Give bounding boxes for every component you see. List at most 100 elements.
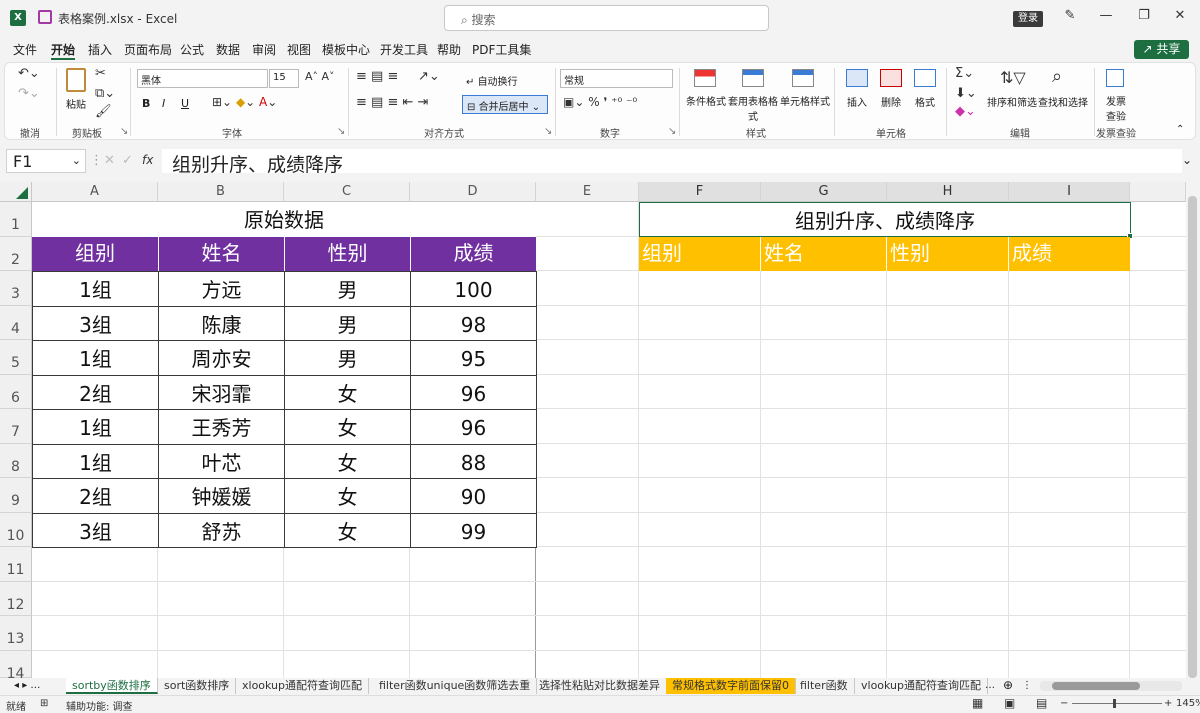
menu-templates[interactable]: 模板中心 <box>322 41 370 58</box>
left-table-cell[interactable]: 2组 <box>32 478 159 514</box>
left-table-cell[interactable]: 钟媛媛 <box>158 478 285 514</box>
column-header[interactable]: I <box>1009 182 1130 202</box>
italic-button[interactable]: I <box>162 97 165 110</box>
delete-cells-button[interactable]: 删除 <box>881 94 901 109</box>
row-header[interactable]: 8 <box>0 444 32 478</box>
row-header[interactable]: 12 <box>0 582 32 616</box>
paste-icon[interactable] <box>66 68 86 92</box>
left-table-cell[interactable]: 男 <box>284 340 411 376</box>
sheet-tab[interactable]: filter函数 <box>794 678 855 694</box>
menu-help[interactable]: 帮助 <box>437 41 461 58</box>
left-table-cell[interactable]: 女 <box>284 375 411 410</box>
right-header-gender[interactable]: 性别 <box>887 237 1009 271</box>
expand-formula-icon[interactable]: ⌄ <box>1182 153 1192 167</box>
left-header-group[interactable]: 组别 <box>32 237 158 271</box>
column-header[interactable]: A <box>32 182 158 202</box>
sheet-tab[interactable]: xlookup通配符查询匹配 <box>236 678 370 694</box>
tab-scroll-icons[interactable]: ◂ ▸ … <box>14 680 40 691</box>
menu-developer[interactable]: 开发工具 <box>380 41 428 58</box>
add-sheet-icon[interactable]: ⊕ <box>1003 678 1013 692</box>
menu-file[interactable]: 文件 <box>13 41 37 58</box>
dialog-launcher-icon[interactable]: ↘ <box>120 126 128 137</box>
more-sheets-icon[interactable]: … <box>985 680 995 691</box>
fill-icon[interactable]: ⬇⌄ <box>955 86 977 101</box>
menu-formulas[interactable]: 公式 <box>180 41 204 58</box>
left-table-cell[interactable]: 98 <box>410 306 537 341</box>
bold-button[interactable]: B <box>142 97 150 110</box>
left-table-cell[interactable]: 叶芯 <box>158 444 285 479</box>
left-table-cell[interactable]: 王秀芳 <box>158 409 285 445</box>
cut-icon[interactable]: ✂ <box>95 66 106 81</box>
format-as-table-button[interactable]: 套用表格格式 <box>728 93 778 123</box>
dialog-launcher-icon[interactable]: ↘ <box>544 126 552 137</box>
zoom-slider-thumb[interactable] <box>1113 699 1116 708</box>
sheet-tab[interactable]: vlookup通配符查询匹配 <box>855 678 989 694</box>
cancel-icon[interactable]: ✕ <box>104 153 115 168</box>
page-layout-view-icon[interactable]: ▣ <box>1004 696 1015 710</box>
row-header[interactable]: 3 <box>0 271 32 306</box>
find-select-button[interactable]: 查找和选择 <box>1038 94 1088 109</box>
left-table-cell[interactable]: 陈康 <box>158 306 285 341</box>
row-header[interactable]: 2 <box>0 237 32 271</box>
invoice-check-button[interactable]: 发票查验 <box>1104 93 1128 123</box>
left-table-cell[interactable]: 1组 <box>32 340 159 376</box>
left-table-cell[interactable]: 女 <box>284 409 411 445</box>
row-header[interactable]: 4 <box>0 306 32 340</box>
left-header-name[interactable]: 姓名 <box>158 237 284 271</box>
row-header[interactable]: 10 <box>0 513 32 547</box>
tab-split-icon[interactable]: ⋮ <box>1022 680 1032 691</box>
left-header-score[interactable]: 成绩 <box>410 237 536 271</box>
number-format-icons[interactable]: ▣⌄ % ❜ ⁺⁰ ⁻⁰ <box>563 95 637 109</box>
column-header[interactable]: G <box>761 182 887 202</box>
zoom-slider[interactable] <box>1072 703 1162 704</box>
vertical-scroll-thumb[interactable] <box>1188 196 1197 678</box>
menu-view[interactable]: 视图 <box>287 41 311 58</box>
format-cells-button[interactable]: 格式 <box>915 94 935 109</box>
row-header[interactable]: 13 <box>0 616 32 651</box>
borders-icon[interactable]: ⊞⌄ ◆⌄ A⌄ <box>212 95 277 109</box>
dialog-launcher-icon[interactable]: ↘ <box>337 126 345 137</box>
row-header[interactable]: 5 <box>0 340 32 375</box>
collapse-ribbon-icon[interactable]: ⌃ <box>1176 124 1184 135</box>
merge-center-button[interactable]: ⊟ 合并后居中 ⌄ <box>462 95 548 114</box>
left-table-cell[interactable]: 3组 <box>32 513 159 548</box>
menu-review[interactable]: 审阅 <box>252 41 276 58</box>
font-size-increase-icon[interactable]: A˄ A˅ <box>305 70 335 83</box>
menu-insert[interactable]: 插入 <box>88 41 112 58</box>
left-table-cell[interactable]: 女 <box>284 444 411 479</box>
left-table-title[interactable]: 原始数据 <box>32 202 536 237</box>
left-table-cell[interactable]: 女 <box>284 478 411 514</box>
menu-pdf-tools[interactable]: PDF工具集 <box>472 41 531 58</box>
row-header[interactable]: 14 <box>0 651 32 682</box>
orientation-icon[interactable]: ↗⌄ <box>418 69 440 84</box>
cell-styles-button[interactable]: 单元格样式 <box>780 93 830 108</box>
left-table-cell[interactable]: 女 <box>284 513 411 548</box>
sort-filter-button[interactable]: 排序和筛选 <box>987 94 1037 109</box>
formula-input[interactable]: 组别升序、成绩降序 <box>162 149 1182 176</box>
name-box[interactable]: F1 ⌄ <box>6 149 86 173</box>
sort-filter-icon[interactable]: ⇅▽ <box>1000 68 1026 87</box>
share-button[interactable]: ↗ 共享 <box>1134 40 1189 59</box>
menu-data[interactable]: 数据 <box>216 41 240 58</box>
format-cells-icon[interactable] <box>914 69 936 87</box>
zoom-level[interactable]: 145% <box>1176 698 1200 709</box>
zoom-out-icon[interactable]: − <box>1060 698 1068 709</box>
left-table-cell[interactable]: 2组 <box>32 375 159 410</box>
minimize-button[interactable]: — <box>1094 8 1118 28</box>
column-header[interactable]: D <box>410 182 536 202</box>
wrap-text-button[interactable]: ↵ 自动换行 <box>466 73 518 88</box>
cell-styles-icon[interactable] <box>792 69 814 87</box>
row-header[interactable]: 9 <box>0 478 32 513</box>
left-table-cell[interactable]: 88 <box>410 444 537 479</box>
column-header[interactable]: E <box>536 182 639 202</box>
search-input[interactable]: ⌕ 搜索 <box>444 5 769 31</box>
left-table-cell[interactable]: 3组 <box>32 306 159 341</box>
normal-view-icon[interactable]: ▦ <box>972 696 983 710</box>
sheet-tab[interactable]: sort函数排序 <box>158 678 237 694</box>
left-table-cell[interactable]: 95 <box>410 340 537 376</box>
left-table-cell[interactable]: 96 <box>410 409 537 445</box>
accessibility-status[interactable]: 辅助功能: 调查 <box>66 698 133 713</box>
conditional-format-icon[interactable] <box>694 69 716 87</box>
format-painter-icon[interactable]: 🖌 <box>95 104 112 119</box>
copy-icon[interactable]: ⧉⌄ <box>95 86 115 101</box>
